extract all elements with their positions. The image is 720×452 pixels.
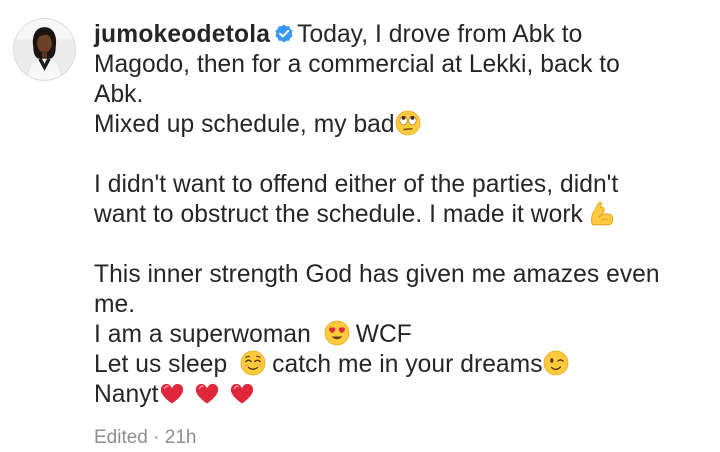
- face-with-rolling-eyes-icon: [395, 110, 421, 136]
- caption-text-line: catch me in your dreams: [272, 351, 543, 378]
- caption-first-line: jumokeodetola Today, I drove from Abk to: [94, 20, 694, 50]
- smiling-face-icon: [240, 350, 266, 376]
- caption-text-line: WCF: [355, 321, 412, 348]
- avatar[interactable]: [14, 19, 75, 80]
- post-caption: jumokeodetola Today, I drove from Abk to …: [94, 20, 694, 410]
- caption-text-line: want to obstruct the schedule. I made it…: [94, 201, 583, 228]
- caption-line: Mixed up schedule, my bad: [94, 110, 694, 140]
- winking-face-icon: [543, 350, 569, 376]
- caption-text-line: I didn't want to offend either of the pa…: [94, 171, 619, 198]
- caption-text-line: This inner strength God has given me ama…: [94, 261, 660, 288]
- caption-text-line: Nanyt: [94, 381, 159, 408]
- flexed-biceps-icon: [589, 200, 615, 226]
- red-heart-icon: [229, 380, 256, 406]
- smiling-face-with-heart-eyes-icon: [324, 320, 350, 346]
- username-link[interactable]: jumokeodetola: [94, 21, 270, 48]
- caption-text-line: Magodo, then for a commercial at Lekki, …: [94, 51, 620, 78]
- meta-separator: ·: [153, 427, 160, 448]
- caption-text-line: Let us sleep: [94, 351, 228, 378]
- caption-line: I am a superwoman WCF: [94, 320, 694, 350]
- edited-label: Edited: [94, 427, 148, 448]
- red-heart-icon: [159, 380, 186, 406]
- caption-text-line: I am a superwoman: [94, 321, 311, 348]
- verified-badge-icon: [274, 24, 294, 44]
- post-meta: Edited · 21h: [94, 426, 196, 450]
- caption-line: want to obstruct the schedule. I made it…: [94, 200, 694, 230]
- caption-text-line: Abk.: [94, 81, 144, 108]
- avatar-photo: [14, 19, 75, 80]
- caption-text-line: Today, I drove from Abk to: [297, 21, 583, 48]
- caption-line: Let us sleep catch me in your dreams: [94, 350, 694, 380]
- caption-line: Nanyt: [94, 380, 694, 410]
- caption-text-line: me.: [94, 291, 136, 318]
- caption-text-line: Mixed up schedule, my bad: [94, 111, 395, 138]
- post-timestamp[interactable]: 21h: [165, 427, 197, 448]
- red-heart-icon: [194, 380, 221, 406]
